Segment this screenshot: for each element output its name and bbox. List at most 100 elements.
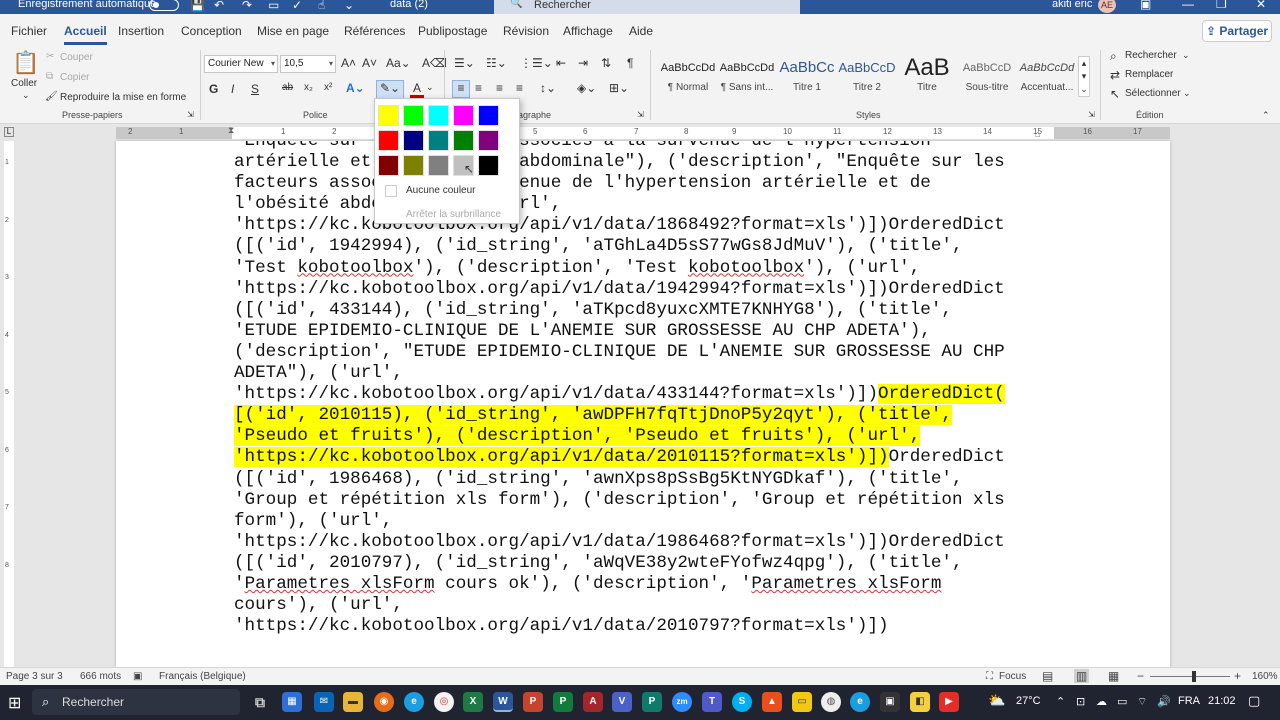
- powerpoint-icon[interactable]: P: [523, 692, 543, 712]
- swatch-dark-blue[interactable]: [403, 130, 424, 151]
- touch-mode-icon[interactable]: ☝: [318, 0, 325, 12]
- restore-icon[interactable]: ❐: [1216, 0, 1227, 11]
- collapse-ribbon-icon[interactable]: ⌃: [1262, 110, 1270, 121]
- zoom-slider[interactable]: [1150, 676, 1230, 677]
- tab-references[interactable]: Références: [344, 24, 405, 38]
- line-spacing-icon[interactable]: ↕⌄: [540, 81, 556, 95]
- numbering-icon[interactable]: ☷⌄: [486, 56, 507, 70]
- paint-icon[interactable]: ◧: [910, 692, 930, 712]
- document-line[interactable]: form'), ('url',: [234, 511, 1054, 532]
- swatch-dark-yellow[interactable]: [403, 155, 424, 176]
- tab-accueil[interactable]: Accueil: [64, 24, 107, 45]
- minimize-icon[interactable]: —: [1182, 0, 1194, 11]
- format-painter-button[interactable]: Reproduire la mise en forme: [60, 92, 186, 103]
- save-icon[interactable]: 💾: [190, 0, 205, 12]
- document-line[interactable]: ADETA"), ('url',: [234, 363, 1054, 384]
- align-center-icon[interactable]: ≡: [475, 81, 482, 95]
- tab-insertion[interactable]: Insertion: [118, 24, 164, 38]
- paragraph-launcher-icon[interactable]: ⇲: [637, 110, 644, 119]
- highlight-color-button[interactable]: ✎⌄: [376, 80, 404, 100]
- terminal-icon[interactable]: ▣: [880, 692, 900, 712]
- page-count[interactable]: Page 3 sur 3: [6, 671, 63, 682]
- document-line[interactable]: 'Pseudo et fruits'), ('description', 'Ps…: [234, 426, 1054, 447]
- zoom-out-icon[interactable]: −: [1137, 669, 1144, 683]
- word-count[interactable]: 666 mots: [80, 671, 121, 682]
- tab-revision[interactable]: Révision: [503, 24, 549, 38]
- redo-icon[interactable]: ↷: [242, 0, 252, 12]
- ribbon-display-icon[interactable]: ▣: [1140, 0, 1151, 11]
- share-button[interactable]: ⇪ Partager: [1202, 20, 1272, 42]
- document-line[interactable]: 'https://kc.kobotoolbox.org/api/v1/data/…: [234, 215, 1054, 236]
- access-icon[interactable]: A: [583, 692, 603, 712]
- edge-icon[interactable]: e: [404, 692, 424, 712]
- decrease-indent-icon[interactable]: ⇤: [556, 56, 566, 70]
- shrink-font-icon[interactable]: A˅: [362, 56, 377, 70]
- tab-affichage[interactable]: Affichage: [563, 24, 613, 38]
- style-heading-1[interactable]: AaBbCc Titre 1: [778, 54, 836, 106]
- youtube-icon[interactable]: ▶: [939, 692, 959, 712]
- styles-gallery-scroll-icon[interactable]: ▴ ▾ ⌄: [1078, 56, 1090, 97]
- media-player-icon[interactable]: ◍: [821, 692, 841, 712]
- font-size-combo[interactable]: 10,5 ▾: [280, 55, 336, 73]
- user-name[interactable]: akiti eric: [1052, 0, 1092, 10]
- excel-icon[interactable]: X: [463, 692, 483, 712]
- chrome-icon[interactable]: ◎: [434, 692, 454, 712]
- swatch-pink[interactable]: [453, 105, 474, 126]
- zoom-level[interactable]: 160%: [1252, 671, 1278, 682]
- customize-toolbar-icon[interactable]: ⌄: [344, 0, 354, 12]
- style-heading-2[interactable]: AaBbCcD Titre 2: [838, 54, 896, 106]
- close-icon[interactable]: ✕: [1256, 0, 1266, 11]
- tab-fichier[interactable]: Fichier: [11, 24, 47, 38]
- font-color-dropdown-icon[interactable]: ⌄: [426, 82, 434, 93]
- focus-button[interactable]: Focus: [999, 671, 1026, 682]
- document-text[interactable]: 'Enquête sur les facteurs associés à la …: [234, 141, 1054, 637]
- select-button[interactable]: Sélectionner: [1125, 88, 1181, 99]
- windows-start-icon[interactable]: ⊞: [8, 693, 21, 713]
- zoom-app-icon[interactable]: zm: [672, 692, 692, 712]
- swatch-blue[interactable]: [478, 105, 499, 126]
- strikethrough-button[interactable]: ab: [282, 82, 293, 93]
- swatch-violet[interactable]: [478, 130, 499, 151]
- weather-icon[interactable]: ⛅: [988, 692, 1005, 709]
- font-name-combo[interactable]: Courier New ▾: [204, 55, 278, 73]
- document-line[interactable]: l'obésité abdominale"), ('url',: [234, 194, 1054, 215]
- edge-dev-icon[interactable]: e: [850, 692, 870, 712]
- underline-button[interactable]: S: [251, 82, 259, 96]
- style-subtitle[interactable]: AaBbCcD Sous-titre: [958, 54, 1016, 106]
- style-normal[interactable]: AaBbCcDd ¶ Normal: [659, 54, 717, 106]
- project-icon[interactable]: P: [553, 692, 573, 712]
- paste-button[interactable]: Coller: [11, 78, 37, 89]
- document-line[interactable]: artérielle et de l'obésité abdominale"),…: [234, 152, 1054, 173]
- read-mode-icon[interactable]: ▤: [1042, 669, 1053, 683]
- align-right-icon[interactable]: ≡: [496, 81, 503, 95]
- document-line[interactable]: ([('id', 2010797), ('id_string', 'aWqVE3…: [234, 553, 1054, 574]
- document-line[interactable]: 'https://kc.kobotoolbox.org/api/v1/data/…: [234, 384, 1054, 405]
- document-name[interactable]: data (2): [390, 0, 428, 10]
- document-line[interactable]: [('id', 2010115), ('id_string', 'awDPFH7…: [234, 405, 1054, 426]
- style-no-spacing[interactable]: AaBbCcDd ¶ Sans int...: [718, 54, 776, 106]
- styles-launcher-icon[interactable]: ⇲: [1088, 110, 1095, 119]
- document-line[interactable]: ([('id', 1986468), ('id_string', 'awnXps…: [234, 469, 1054, 490]
- sticky-notes-icon[interactable]: ▭: [792, 692, 812, 712]
- swatch-red[interactable]: [378, 130, 399, 151]
- bullets-icon[interactable]: ☰⌄: [454, 56, 475, 70]
- document-line[interactable]: 'Group et répétition xls form'), ('descr…: [234, 490, 1054, 511]
- new-doc-icon[interactable]: ▭: [268, 0, 279, 12]
- temperature[interactable]: 27°C: [1016, 695, 1041, 707]
- document-line[interactable]: cours'), ('url',: [234, 595, 1054, 616]
- swatch-dark-red[interactable]: [378, 155, 399, 176]
- cut-button[interactable]: Couper: [60, 52, 93, 63]
- tab-conception[interactable]: Conception: [181, 24, 242, 38]
- select-dropdown-icon[interactable]: ⌄: [1183, 88, 1191, 99]
- volume-icon[interactable]: 🔊: [1157, 695, 1171, 708]
- style-title[interactable]: AaB Titre: [898, 54, 956, 106]
- swatch-teal[interactable]: [428, 130, 449, 151]
- increase-indent-icon[interactable]: ⇥: [578, 56, 588, 70]
- proofing-icon[interactable]: ▣: [133, 671, 142, 682]
- multilevel-list-icon[interactable]: ⋮☰⌄: [520, 56, 553, 70]
- find-dropdown-icon[interactable]: ⌄: [1182, 50, 1190, 61]
- document-line[interactable]: 'https://kc.kobotoolbox.org/api/v1/data/…: [234, 532, 1054, 553]
- word-icon[interactable]: W: [493, 692, 513, 712]
- replace-button[interactable]: Remplacer: [1125, 69, 1173, 80]
- find-button[interactable]: Rechercher: [1125, 50, 1177, 61]
